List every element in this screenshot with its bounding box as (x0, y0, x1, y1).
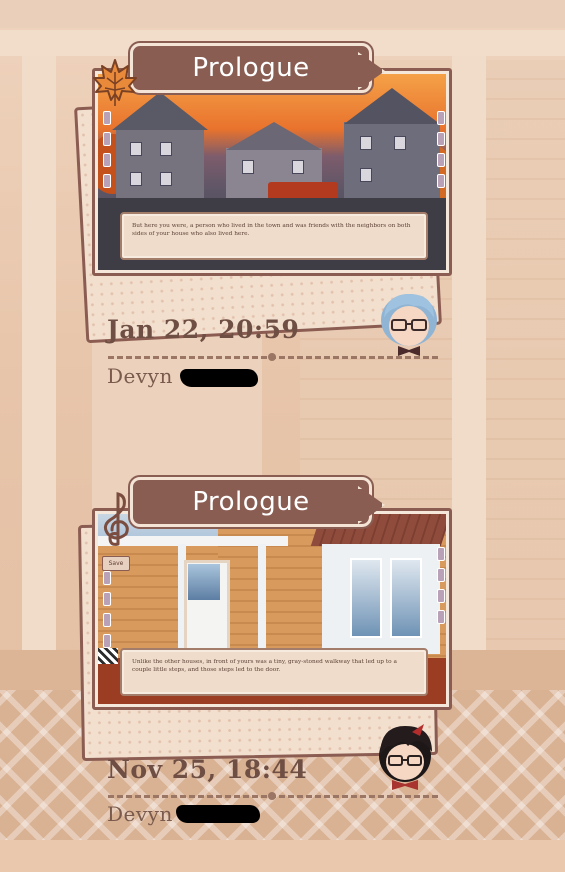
chapter-title: Prologue (192, 53, 310, 83)
thumbnail-dialogue-box: But here you were, a person who lived in… (120, 212, 428, 260)
thumbnail-tabs-right (437, 111, 445, 188)
slot-thumbnail[interactable]: But here you were, a person who lived in… (92, 68, 452, 276)
slot-divider (108, 792, 438, 800)
save-tag: Save (102, 556, 130, 571)
avatar-icon (381, 294, 437, 356)
thumbnail-scene-sunset-street: But here you were, a person who lived in… (98, 74, 446, 270)
background-eave (0, 0, 565, 28)
chapter-title: Prologue (192, 487, 310, 517)
chapter-title-banner: Prologue (128, 475, 374, 529)
avatar-icon (379, 724, 432, 790)
save-date: Nov 25, 18:44 (107, 755, 308, 784)
thumbnail-tabs-left (103, 111, 111, 188)
save-slot-1[interactable]: But here you were, a person who lived in… (0, 38, 565, 438)
thumbnail-tabs-left (103, 571, 111, 648)
scene-house (112, 92, 208, 200)
save-slot-2[interactable]: Unlike the other houses, in front of you… (0, 472, 565, 872)
redaction-mark (176, 805, 260, 823)
treble-clef-icon (103, 492, 129, 546)
chapter-title-banner: Prologue (128, 41, 374, 95)
save-date: Jan 22, 20:59 (107, 315, 300, 344)
maple-leaf-icon (93, 59, 137, 106)
scene-house (344, 88, 440, 200)
thumbnail-tabs-right (437, 547, 445, 624)
player-name: Devyn (107, 364, 173, 388)
player-name: Devyn (107, 802, 173, 826)
slot-thumbnail[interactable]: Unlike the other houses, in front of you… (92, 508, 452, 710)
redaction-mark (180, 369, 258, 387)
thumbnail-dialogue-box: Unlike the other houses, in front of you… (120, 648, 428, 696)
thumbnail-scene-porch: Unlike the other houses, in front of you… (98, 514, 446, 704)
